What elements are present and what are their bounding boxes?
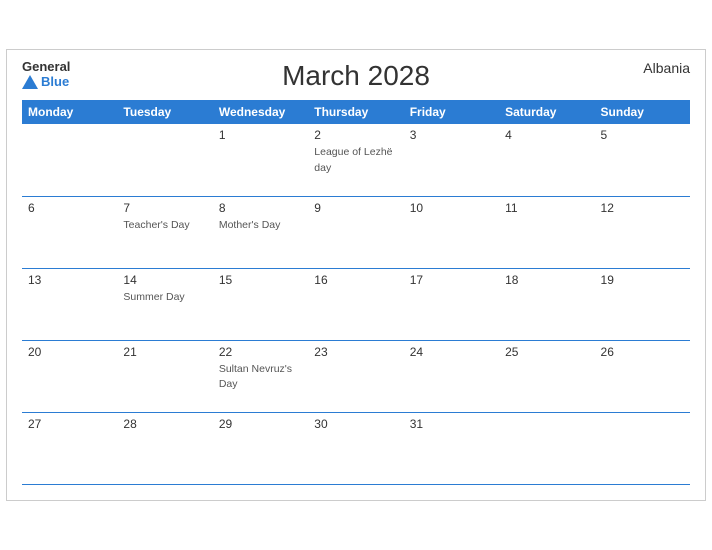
calendar-cell — [595, 412, 690, 484]
day-number: 14 — [123, 273, 206, 287]
calendar-cell: 13 — [22, 268, 117, 340]
day-number: 19 — [601, 273, 684, 287]
calendar-cell: 30 — [308, 412, 403, 484]
calendar-header: General Blue March 2028 Albania — [22, 60, 690, 92]
day-number: 12 — [601, 201, 684, 215]
weekday-header-row: Monday Tuesday Wednesday Thursday Friday… — [22, 100, 690, 124]
day-number: 15 — [219, 273, 302, 287]
calendar-cell: 14 Summer Day — [117, 268, 212, 340]
day-number: 6 — [28, 201, 111, 215]
day-number: 20 — [28, 345, 111, 359]
calendar-week-row: 67 Teacher's Day 8 Mother's Day 9 10 11 12 — [22, 196, 690, 268]
calendar-cell: 21 — [117, 340, 212, 412]
day-number: 8 — [219, 201, 302, 215]
calendar-cell — [22, 124, 117, 196]
calendar-cell: 27 — [22, 412, 117, 484]
day-number: 25 — [505, 345, 588, 359]
header-friday: Friday — [404, 100, 499, 124]
calendar-cell: 22 Sultan Nevruz's Day — [213, 340, 308, 412]
calendar-cell: 8 Mother's Day — [213, 196, 308, 268]
calendar-week-row: 27 28 29 30 31 — [22, 412, 690, 484]
header-thursday: Thursday — [308, 100, 403, 124]
event-label: Summer Day — [123, 291, 184, 303]
calendar-cell: 26 — [595, 340, 690, 412]
calendar-cell: 25 — [499, 340, 594, 412]
calendar-cell: 23 — [308, 340, 403, 412]
header-wednesday: Wednesday — [213, 100, 308, 124]
calendar-cell: 7 Teacher's Day — [117, 196, 212, 268]
day-number: 17 — [410, 273, 493, 287]
day-number: 31 — [410, 417, 493, 431]
calendar-table: Monday Tuesday Wednesday Thursday Friday… — [22, 100, 690, 485]
day-number: 2 — [314, 128, 397, 142]
calendar-cell: 3 — [404, 124, 499, 196]
day-number: 9 — [314, 201, 397, 215]
calendar-cell: 15 — [213, 268, 308, 340]
calendar-cell: 6 — [22, 196, 117, 268]
calendar-container: General Blue March 2028 Albania Monday T… — [6, 49, 706, 501]
logo-triangle-icon — [22, 75, 38, 89]
calendar-cell — [117, 124, 212, 196]
calendar-cell: 11 — [499, 196, 594, 268]
day-number: 28 — [123, 417, 206, 431]
calendar-cell — [499, 412, 594, 484]
day-number: 29 — [219, 417, 302, 431]
calendar-week-row: 13 14 Summer Day 15 16 17 18 19 — [22, 268, 690, 340]
day-number: 5 — [601, 128, 684, 142]
calendar-body: 12 League of Lezhë day 345 67 Teacher's Day 8… — [22, 124, 690, 484]
logo-blue-text: Blue — [22, 75, 70, 89]
event-label: Teacher's Day — [123, 219, 189, 231]
day-number: 24 — [410, 345, 493, 359]
calendar-cell: 12 — [595, 196, 690, 268]
calendar-cell: 24 — [404, 340, 499, 412]
calendar-cell: 4 — [499, 124, 594, 196]
calendar-cell: 9 — [308, 196, 403, 268]
calendar-cell: 2 League of Lezhë day — [308, 124, 403, 196]
day-number: 27 — [28, 417, 111, 431]
day-number: 13 — [28, 273, 111, 287]
event-label: Mother's Day — [219, 219, 281, 231]
header-sunday: Sunday — [595, 100, 690, 124]
calendar-thead: Monday Tuesday Wednesday Thursday Friday… — [22, 100, 690, 124]
calendar-week-row: 20 21 22 Sultan Nevruz's Day 23 24 25 26 — [22, 340, 690, 412]
logo-general-text: General — [22, 60, 70, 74]
day-number: 3 — [410, 128, 493, 142]
event-label: Sultan Nevruz's Day — [219, 363, 292, 391]
calendar-cell: 16 — [308, 268, 403, 340]
header-monday: Monday — [22, 100, 117, 124]
calendar-cell: 31 — [404, 412, 499, 484]
day-number: 21 — [123, 345, 206, 359]
logo: General Blue — [22, 60, 70, 89]
country-label: Albania — [643, 60, 690, 76]
calendar-cell: 29 — [213, 412, 308, 484]
calendar-title: March 2028 — [282, 60, 430, 92]
calendar-cell: 20 — [22, 340, 117, 412]
calendar-cell: 10 — [404, 196, 499, 268]
day-number: 22 — [219, 345, 302, 359]
day-number: 10 — [410, 201, 493, 215]
day-number: 18 — [505, 273, 588, 287]
calendar-cell: 5 — [595, 124, 690, 196]
day-number: 4 — [505, 128, 588, 142]
calendar-cell: 18 — [499, 268, 594, 340]
day-number: 16 — [314, 273, 397, 287]
calendar-cell: 28 — [117, 412, 212, 484]
calendar-cell: 17 — [404, 268, 499, 340]
event-label: League of Lezhë day — [314, 146, 392, 174]
day-number: 7 — [123, 201, 206, 215]
calendar-week-row: 12 League of Lezhë day 345 — [22, 124, 690, 196]
day-number: 26 — [601, 345, 684, 359]
calendar-cell: 19 — [595, 268, 690, 340]
header-saturday: Saturday — [499, 100, 594, 124]
day-number: 11 — [505, 201, 588, 215]
calendar-cell: 1 — [213, 124, 308, 196]
header-tuesday: Tuesday — [117, 100, 212, 124]
day-number: 30 — [314, 417, 397, 431]
day-number: 1 — [219, 128, 302, 142]
day-number: 23 — [314, 345, 397, 359]
